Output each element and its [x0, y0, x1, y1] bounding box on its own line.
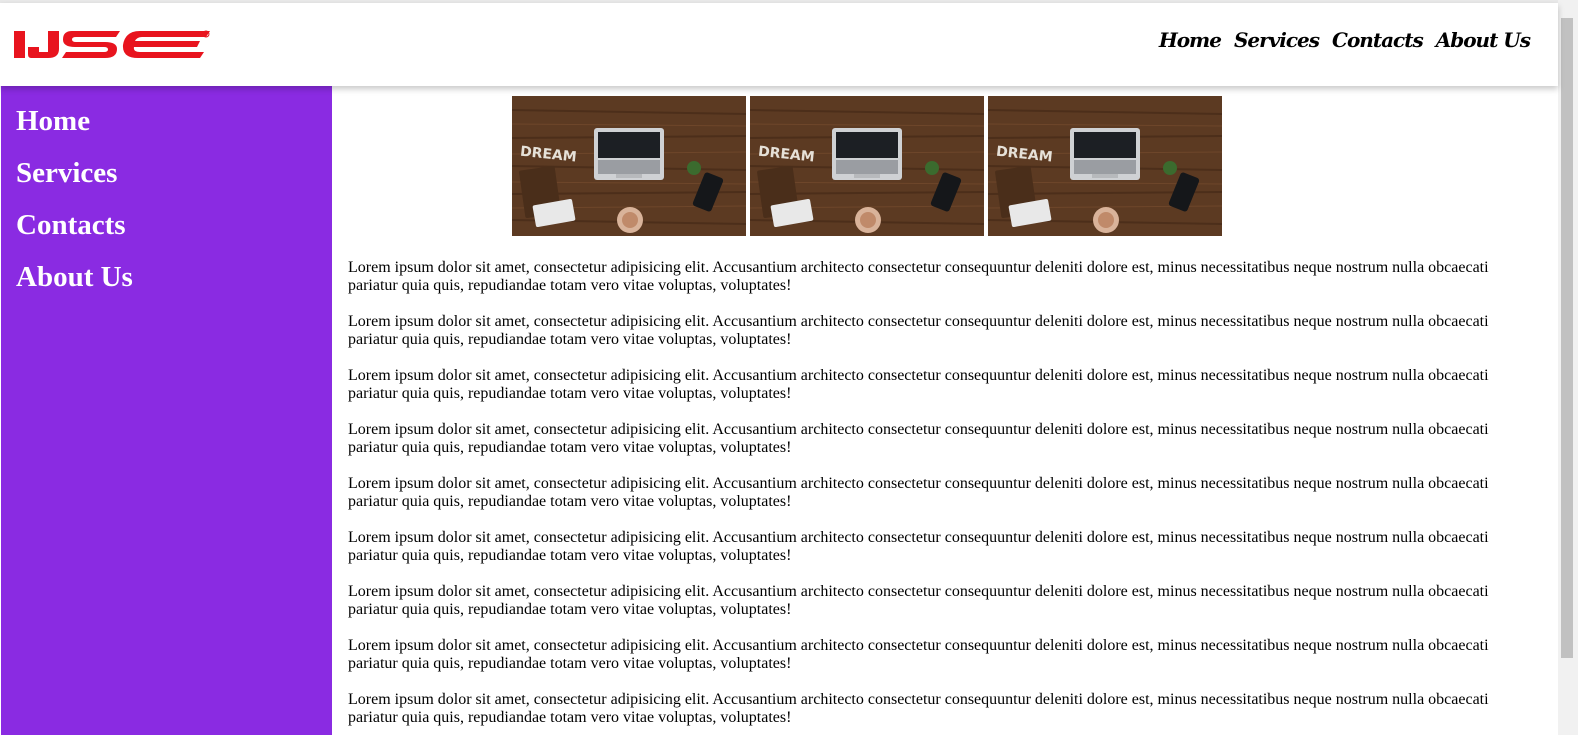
gallery-image: DREAM: [750, 96, 984, 236]
scrollbar-thumb[interactable]: [1561, 18, 1573, 658]
body-paragraph: Lorem ipsum dolor sit amet, consectetur …: [348, 259, 1489, 294]
top-nav-services[interactable]: Services: [1234, 28, 1320, 52]
body-paragraph: Lorem ipsum dolor sit amet, consectetur …: [348, 367, 1489, 402]
body-paragraph: Lorem ipsum dolor sit amet, consectetur …: [348, 583, 1489, 618]
sidebar-item-services[interactable]: Services: [16, 156, 117, 190]
top-nav-about-us[interactable]: About Us: [1436, 28, 1531, 52]
sidebar-item-home[interactable]: Home: [16, 104, 90, 138]
svg-text:R: R: [205, 32, 208, 37]
body-paragraph: Lorem ipsum dolor sit amet, consectetur …: [348, 313, 1489, 348]
body-paragraph: Lorem ipsum dolor sit amet, consectetur …: [348, 475, 1489, 510]
top-nav-contacts[interactable]: Contacts: [1332, 28, 1424, 52]
body-paragraph: Lorem ipsum dolor sit amet, consectetur …: [348, 691, 1489, 726]
top-nav: Home Services Contacts About Us: [1159, 28, 1531, 52]
top-nav-home[interactable]: Home: [1159, 28, 1222, 52]
gallery-image: DREAM: [988, 96, 1222, 236]
ijse-logo[interactable]: R: [12, 27, 212, 63]
paragraph-list: Lorem ipsum dolor sit amet, consectetur …: [348, 259, 1518, 735]
body-paragraph: Lorem ipsum dolor sit amet, consectetur …: [348, 421, 1489, 456]
body-paragraph: Lorem ipsum dolor sit amet, consectetur …: [348, 529, 1489, 564]
sidebar-item-contacts[interactable]: Contacts: [16, 208, 126, 242]
site-header: R Home Services Contacts About Us: [0, 3, 1558, 86]
main-content: DREAM DREAM DREAM Lorem ipsum dolor sit …: [332, 86, 1558, 735]
body-paragraph: Lorem ipsum dolor sit amet, consectetur …: [348, 637, 1489, 672]
sidebar: Home Services Contacts About Us: [1, 86, 332, 735]
sidebar-item-about-us[interactable]: About Us: [16, 260, 133, 294]
gallery-image: DREAM: [512, 96, 746, 236]
image-gallery: DREAM DREAM DREAM: [512, 96, 1222, 236]
vertical-scrollbar[interactable]: [1558, 0, 1578, 735]
